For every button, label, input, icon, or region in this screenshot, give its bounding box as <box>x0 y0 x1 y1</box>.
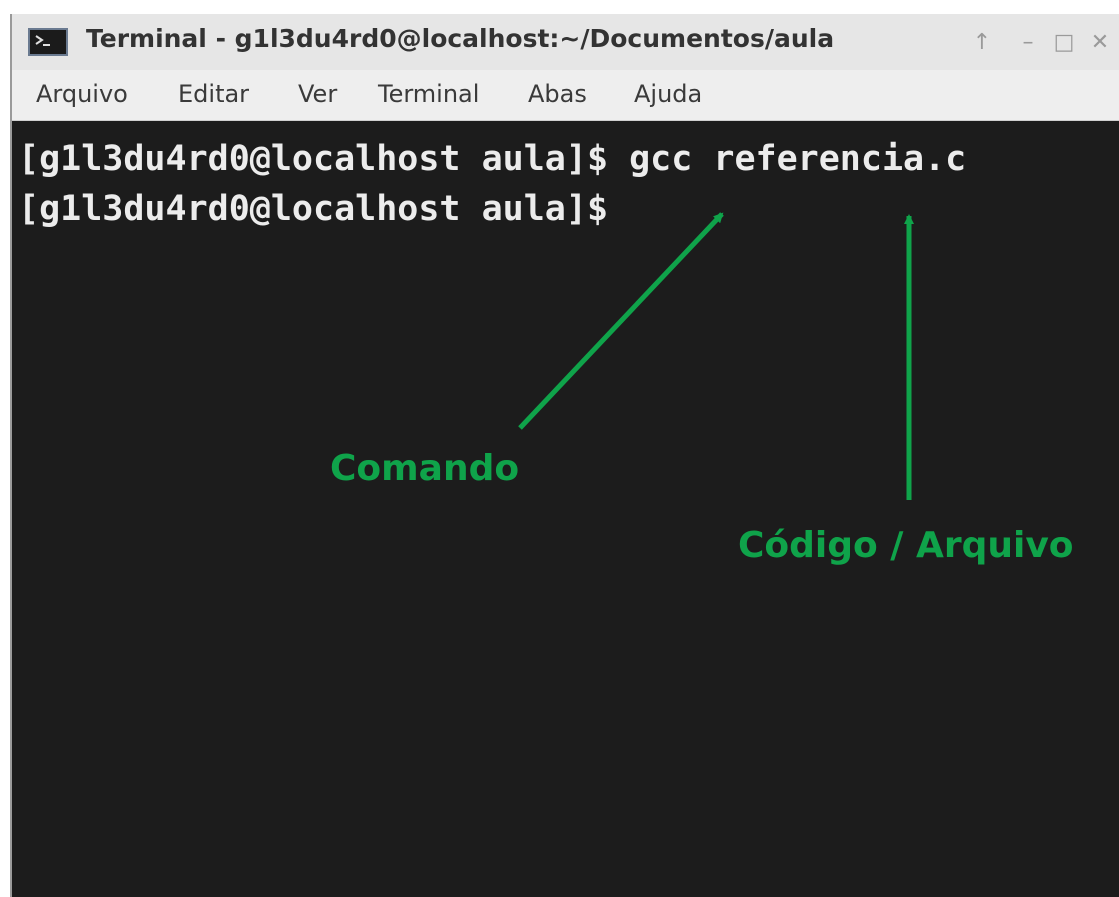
command-arrow <box>518 212 724 430</box>
annotation-arrows <box>518 212 914 500</box>
annotation-command-label: Comando <box>330 448 520 489</box>
annotation-file-label: Código / Arquivo <box>738 525 1074 566</box>
